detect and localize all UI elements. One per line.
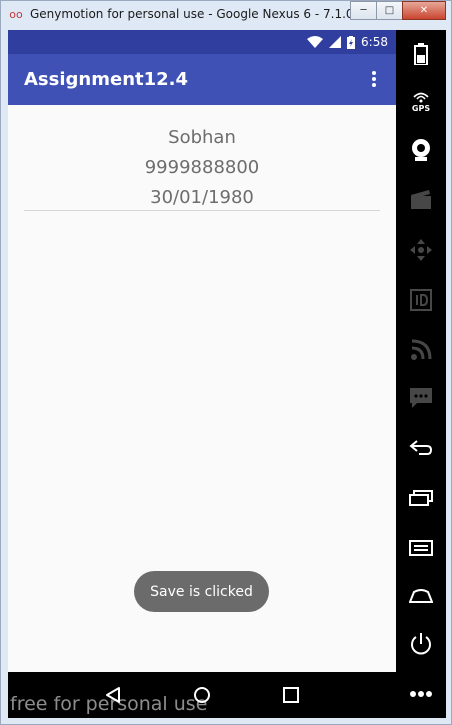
webcam-icon[interactable]: [396, 126, 446, 174]
recent-apps-icon[interactable]: [396, 474, 446, 522]
maximize-button[interactable]: □: [376, 1, 403, 20]
gps-label: GPS: [411, 104, 431, 113]
record-item[interactable]: Sobhan 9999888800 30/01/1980: [24, 123, 380, 213]
nav-recents-icon[interactable]: [276, 680, 306, 710]
nav-home-icon[interactable]: [187, 680, 217, 710]
menu-icon[interactable]: [396, 524, 446, 572]
cast-icon[interactable]: [396, 326, 446, 374]
gps-icon[interactable]: GPS: [396, 78, 446, 126]
android-nav-bar: [8, 672, 396, 718]
dpad-icon[interactable]: [396, 226, 446, 274]
list-divider: [24, 210, 380, 211]
nav-back-icon[interactable]: [98, 680, 128, 710]
record-name: Sobhan: [168, 127, 236, 148]
home-icon[interactable]: [396, 572, 446, 620]
power-icon[interactable]: [396, 620, 446, 668]
window-titlebar: oo Genymotion for personal use - Google …: [0, 0, 452, 28]
main-content: Sobhan 9999888800 30/01/1980 Save is cli…: [8, 105, 396, 672]
genymotion-logo-icon: oo: [9, 7, 23, 21]
back-icon[interactable]: [396, 424, 446, 472]
overflow-menu-icon[interactable]: [364, 69, 384, 89]
app-title: Assignment12.4: [24, 69, 189, 90]
sms-icon[interactable]: [396, 374, 446, 422]
minimize-button[interactable]: ─: [350, 1, 377, 20]
device-screen: 6:58 Assignment12.4 Sobhan 9999888800 30…: [8, 30, 396, 718]
wifi-icon: [307, 36, 324, 48]
record-phone: 9999888800: [144, 157, 260, 178]
media-icon[interactable]: [396, 176, 446, 224]
more-icon[interactable]: [396, 670, 446, 718]
id-icon[interactable]: [396, 276, 446, 324]
window-title: Genymotion for personal use - Google Nex…: [30, 7, 350, 21]
signal-icon: [329, 36, 342, 48]
window-controls: ─ □ ✕: [350, 1, 446, 20]
battery-icon[interactable]: [396, 30, 446, 78]
close-button[interactable]: ✕: [402, 1, 446, 20]
battery-charging-icon: [347, 35, 356, 49]
status-bar: 6:58: [8, 30, 396, 54]
record-dob: 30/01/1980: [150, 187, 254, 208]
genymotion-side-panel: GPS: [396, 30, 446, 718]
app-toolbar: Assignment12.4: [8, 54, 396, 105]
status-time: 6:58: [361, 35, 388, 49]
toast-message: Save is clicked: [134, 571, 269, 612]
emulator-window: oo Genymotion for personal use - Google …: [0, 0, 452, 725]
